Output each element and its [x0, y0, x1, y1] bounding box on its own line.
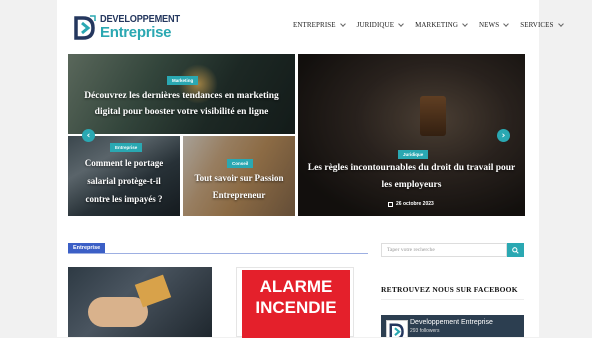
alarm-text-line2: INCENDIE: [255, 298, 337, 317]
nav-services[interactable]: SERVICES: [520, 21, 564, 29]
chevron-left-icon[interactable]: ‹: [82, 129, 95, 142]
hero-tile-passion[interactable]: Conseil Tout savoir sur Passion Entrepre…: [183, 136, 295, 216]
facebook-section-title: RETROUVEZ NOUS SUR FACEBOOK: [381, 285, 518, 294]
search-input[interactable]: Taper votre recherche: [381, 243, 507, 257]
main-nav: ENTREPRISE JURIDIQUE MARKETING NEWS SERV…: [293, 21, 575, 29]
search-button[interactable]: [507, 243, 524, 257]
article-title[interactable]: Comment le portage salarial protège-t-il…: [74, 154, 174, 208]
category-badge[interactable]: Marketing: [167, 76, 199, 85]
logo-icon: [389, 323, 404, 337]
nav-entreprise[interactable]: ENTREPRISE: [293, 21, 346, 29]
chevron-down-icon: [339, 21, 346, 27]
alarm-sign: ALARME INCENDIE: [242, 270, 350, 338]
article-card-image[interactable]: [68, 267, 212, 337]
chevron-down-icon: [398, 21, 404, 27]
chevron-down-icon: [503, 21, 510, 27]
chevron-right-icon[interactable]: ›: [497, 129, 510, 142]
handshake-shape: [88, 297, 148, 327]
folder-shape: [134, 274, 172, 308]
section-divider: [381, 299, 524, 300]
article-title[interactable]: Les règles incontournables du droit du t…: [304, 160, 519, 194]
logo-icon[interactable]: [73, 14, 97, 40]
nav-news[interactable]: NEWS: [478, 21, 510, 29]
nav-label: MARKETING: [415, 21, 458, 29]
logo-text-bottom[interactable]: Entreprise: [100, 24, 172, 41]
article-card-image[interactable]: ALARME INCENDIE: [236, 267, 354, 338]
category-badge[interactable]: Conseil: [227, 159, 254, 168]
category-badge[interactable]: Entreprise: [110, 143, 143, 152]
hero-tile-portage[interactable]: Entreprise Comment le portage salarial p…: [68, 136, 180, 216]
article-date: 26 octobre 2023: [388, 201, 434, 207]
nav-marketing[interactable]: MARKETING: [415, 21, 468, 29]
category-badge[interactable]: Juridique: [398, 150, 429, 159]
facebook-followers: 293 followers: [410, 328, 440, 334]
nav-label: ENTREPRISE: [293, 21, 336, 29]
alarm-text-line1: ALARME: [259, 277, 333, 296]
facebook-page-name[interactable]: Developpement Entreprise: [410, 319, 493, 326]
chevron-down-icon: [557, 21, 564, 27]
article-title[interactable]: Découvrez les dernières tendances en mar…: [76, 88, 287, 120]
search-icon: [512, 246, 519, 254]
section-label[interactable]: Entreprise: [68, 243, 106, 253]
search-placeholder: Taper votre recherche: [387, 247, 435, 253]
date-text: 26 octobre 2023: [396, 201, 434, 207]
nav-label: SERVICES: [520, 21, 554, 29]
facebook-avatar[interactable]: [386, 320, 408, 337]
hero-tile-marketing[interactable]: Marketing Découvrez les dernières tendan…: [68, 54, 295, 134]
facebook-page-widget[interactable]: Developpement Entreprise 293 followers: [381, 315, 524, 337]
chevron-down-icon: [462, 21, 468, 27]
article-title[interactable]: Tout savoir sur Passion Entrepreneur: [189, 170, 289, 204]
hero-tile-droit[interactable]: Juridique Les règles incontournables du …: [298, 54, 525, 216]
section-divider: [68, 253, 368, 254]
nav-label: NEWS: [478, 21, 500, 29]
calendar-icon: [388, 201, 393, 207]
nav-juridique[interactable]: JURIDIQUE: [356, 21, 404, 29]
nav-label: JURIDIQUE: [356, 21, 395, 29]
